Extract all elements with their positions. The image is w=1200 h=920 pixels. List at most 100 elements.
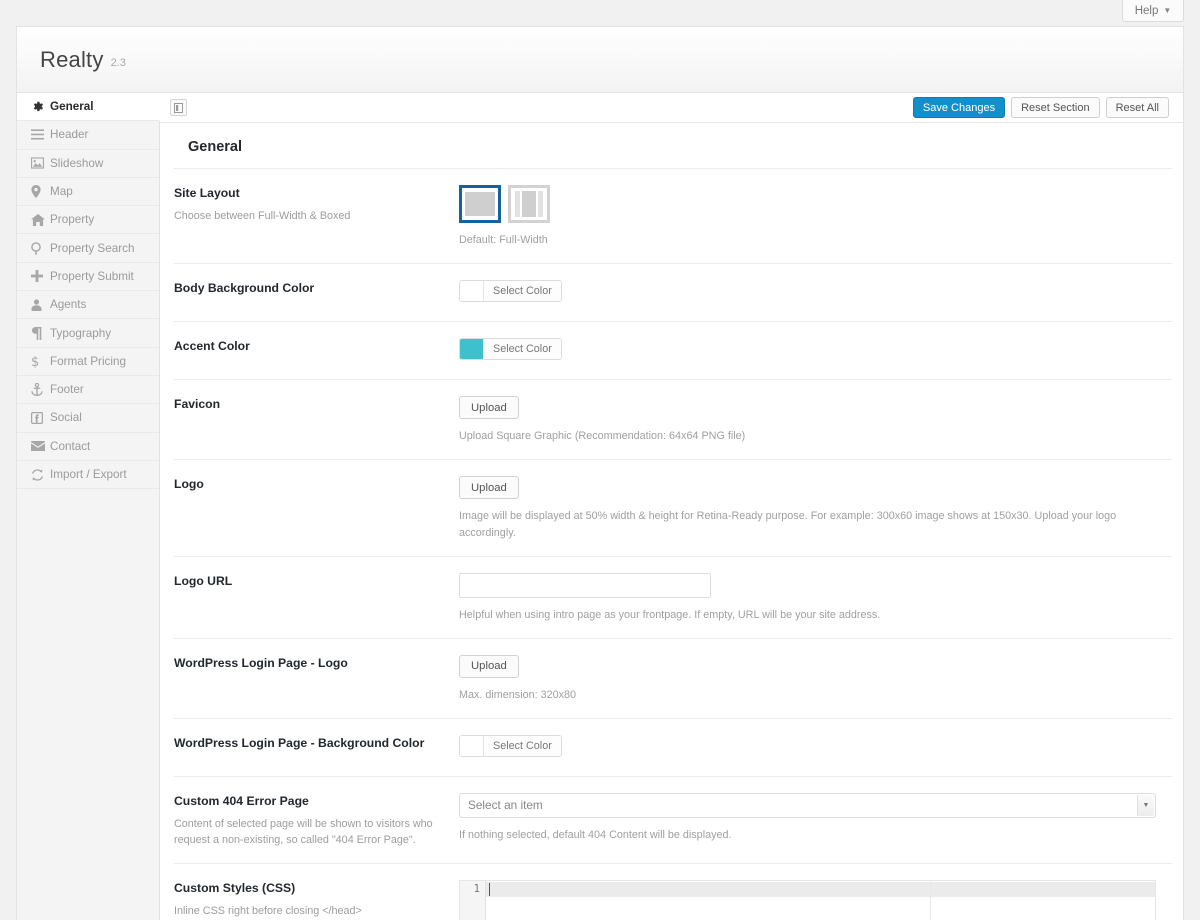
code-active-line-highlight — [486, 882, 1155, 898]
accent-color-picker[interactable]: Select Color — [459, 338, 562, 361]
field-logo-url: Logo URL Helpful when using intro page a… — [174, 557, 1172, 639]
logo-upload-button[interactable]: Upload — [459, 476, 519, 500]
options-toolbar: Save Changes Reset Section Reset All — [160, 93, 1183, 123]
chevron-down-icon: ▼ — [1163, 5, 1172, 15]
sidebar-item-label: Slideshow — [50, 156, 104, 170]
sidebar-item-contact[interactable]: Contact — [17, 432, 159, 461]
field-label: Logo URL — [174, 573, 233, 588]
reset-all-button[interactable]: Reset All — [1105, 97, 1169, 118]
map-pin-icon — [31, 185, 50, 199]
dollar-icon: $ — [31, 355, 50, 368]
field-label: Custom 404 Error Page — [174, 794, 309, 809]
sidebar-item-label: Property Search — [50, 241, 135, 255]
field-login-background-color: WordPress Login Page - Background Color … — [174, 719, 1172, 778]
pilcrow-icon — [31, 326, 50, 340]
sidebar-item-label: Footer — [50, 383, 84, 397]
chevron-glyph: ▼ — [1142, 802, 1150, 810]
gear-icon — [31, 100, 50, 113]
field-accent-color: Accent Color Select Color — [174, 322, 1172, 381]
panel-layout-icon[interactable] — [170, 99, 187, 116]
field-site-layout: Site Layout Choose between Full-Width & … — [174, 169, 1172, 265]
help-tab[interactable]: Help ▼ — [1122, 0, 1184, 22]
color-swatch — [460, 339, 484, 360]
sidebar-item-agents[interactable]: Agents — [17, 291, 159, 320]
sidebar-item-label: Import / Export — [50, 468, 127, 481]
field-body-background-color: Body Background Color Select Color — [174, 264, 1172, 323]
custom-css-code-editor[interactable]: 1 — [459, 880, 1156, 920]
site-layout-option-full-width[interactable] — [459, 185, 501, 223]
site-layout-options — [459, 185, 1172, 223]
home-icon — [31, 213, 50, 226]
panel-header: Realty 2.3 — [17, 27, 1183, 93]
theme-options-panel: Realty 2.3 General Header Slideshow Map … — [16, 26, 1184, 920]
field-label: Body Background Color — [174, 281, 315, 296]
code-text-area[interactable] — [486, 881, 1155, 920]
user-icon — [31, 299, 50, 311]
field-note: Upload Square Graphic (Recommendation: 6… — [459, 430, 746, 443]
field-label: WordPress Login Page - Logo — [174, 655, 348, 670]
field-label: Favicon — [174, 397, 221, 412]
sidebar-item-label: Format Pricing — [50, 354, 126, 368]
sidebar-item-typography[interactable]: Typography — [17, 319, 159, 348]
field-custom-css: Custom Styles (CSS) Inline CSS right bef… — [174, 864, 1172, 920]
image-icon — [31, 157, 50, 169]
options-content: Save Changes Reset Section Reset All Gen… — [160, 93, 1183, 920]
version-label: 2.3 — [110, 56, 126, 69]
sidebar-item-map[interactable]: Map — [17, 177, 159, 207]
sidebar-item-property-submit[interactable]: Property Submit — [17, 262, 159, 292]
site-layout-option-boxed[interactable] — [508, 185, 550, 223]
sidebar-item-import-export[interactable]: Import / Export — [17, 460, 159, 490]
select-color-label: Select Color — [484, 339, 561, 360]
anchor-icon — [31, 383, 50, 397]
field-description: Choose between Full-Width & Boxed — [174, 209, 351, 222]
select-color-label: Select Color — [484, 281, 561, 302]
color-swatch — [460, 736, 484, 757]
field-note: Image will be displayed at 50% width & h… — [459, 510, 1117, 539]
select-color-label: Select Color — [484, 736, 561, 757]
sidebar-item-header[interactable]: Header — [17, 121, 159, 150]
sidebar-item-footer[interactable]: Footer — [17, 375, 159, 405]
sidebar-item-label: Map — [50, 185, 73, 199]
sidebar-item-slideshow[interactable]: Slideshow — [17, 149, 159, 178]
sidebar-item-label: Contact — [50, 439, 91, 453]
sidebar-item-social[interactable]: Social — [17, 404, 159, 433]
login-logo-upload-button[interactable]: Upload — [459, 654, 519, 678]
logo-url-input[interactable] — [459, 572, 711, 598]
field-note: Max. dimension: 320x80 — [459, 688, 577, 701]
field-logo: Logo Upload Image will be displayed at 5… — [174, 460, 1172, 557]
page-title: Realty — [40, 46, 104, 72]
save-changes-button[interactable]: Save Changes — [912, 97, 1006, 118]
field-label: Site Layout — [174, 186, 240, 200]
field-description: Inline CSS right before closing </head> — [174, 904, 362, 917]
field-label: Logo — [174, 477, 204, 492]
boxed-thumbnail-icon — [515, 191, 543, 217]
color-swatch — [460, 281, 484, 302]
field-custom-404: Custom 404 Error Page Content of selecte… — [174, 777, 1172, 865]
options-panel-page: Help ▼ Realty 2.3 General Header Slidesh… — [0, 0, 1200, 920]
facebook-icon — [31, 411, 50, 424]
field-favicon: Favicon Upload Upload Square Graphic (Re… — [174, 380, 1172, 461]
sidebar-item-property[interactable]: Property — [17, 206, 159, 235]
body-background-color-picker[interactable]: Select Color — [459, 280, 562, 303]
field-note: Helpful when using intro page as your fr… — [459, 608, 881, 621]
reset-section-button[interactable]: Reset Section — [1011, 97, 1100, 118]
field-note: If nothing selected, default 404 Content… — [459, 829, 732, 842]
envelope-icon — [31, 441, 50, 452]
favicon-upload-button[interactable]: Upload — [459, 396, 519, 420]
chevron-down-icon[interactable]: ▼ — [1137, 795, 1154, 817]
code-line-number: 1 — [460, 881, 486, 920]
field-label: WordPress Login Page - Background Color — [174, 736, 425, 751]
plus-icon — [31, 270, 50, 283]
sidebar-item-format-pricing[interactable]: $ Format Pricing — [17, 347, 159, 376]
sidebar-nav: General Header Slideshow Map Property Pr… — [17, 93, 160, 920]
custom-404-select[interactable]: Select an item ▼ — [459, 793, 1156, 819]
sidebar-item-label: Property Submit — [50, 269, 134, 283]
svg-text:$: $ — [31, 355, 39, 368]
sidebar-item-general[interactable]: General — [17, 93, 160, 122]
full-width-thumbnail-icon — [465, 192, 495, 216]
sidebar-item-label: Property — [50, 213, 95, 227]
menu-lines-icon — [31, 129, 50, 140]
sidebar-item-property-search[interactable]: Property Search — [17, 234, 159, 263]
field-login-logo: WordPress Login Page - Logo Upload Max. … — [174, 639, 1172, 720]
login-background-color-picker[interactable]: Select Color — [459, 735, 562, 758]
